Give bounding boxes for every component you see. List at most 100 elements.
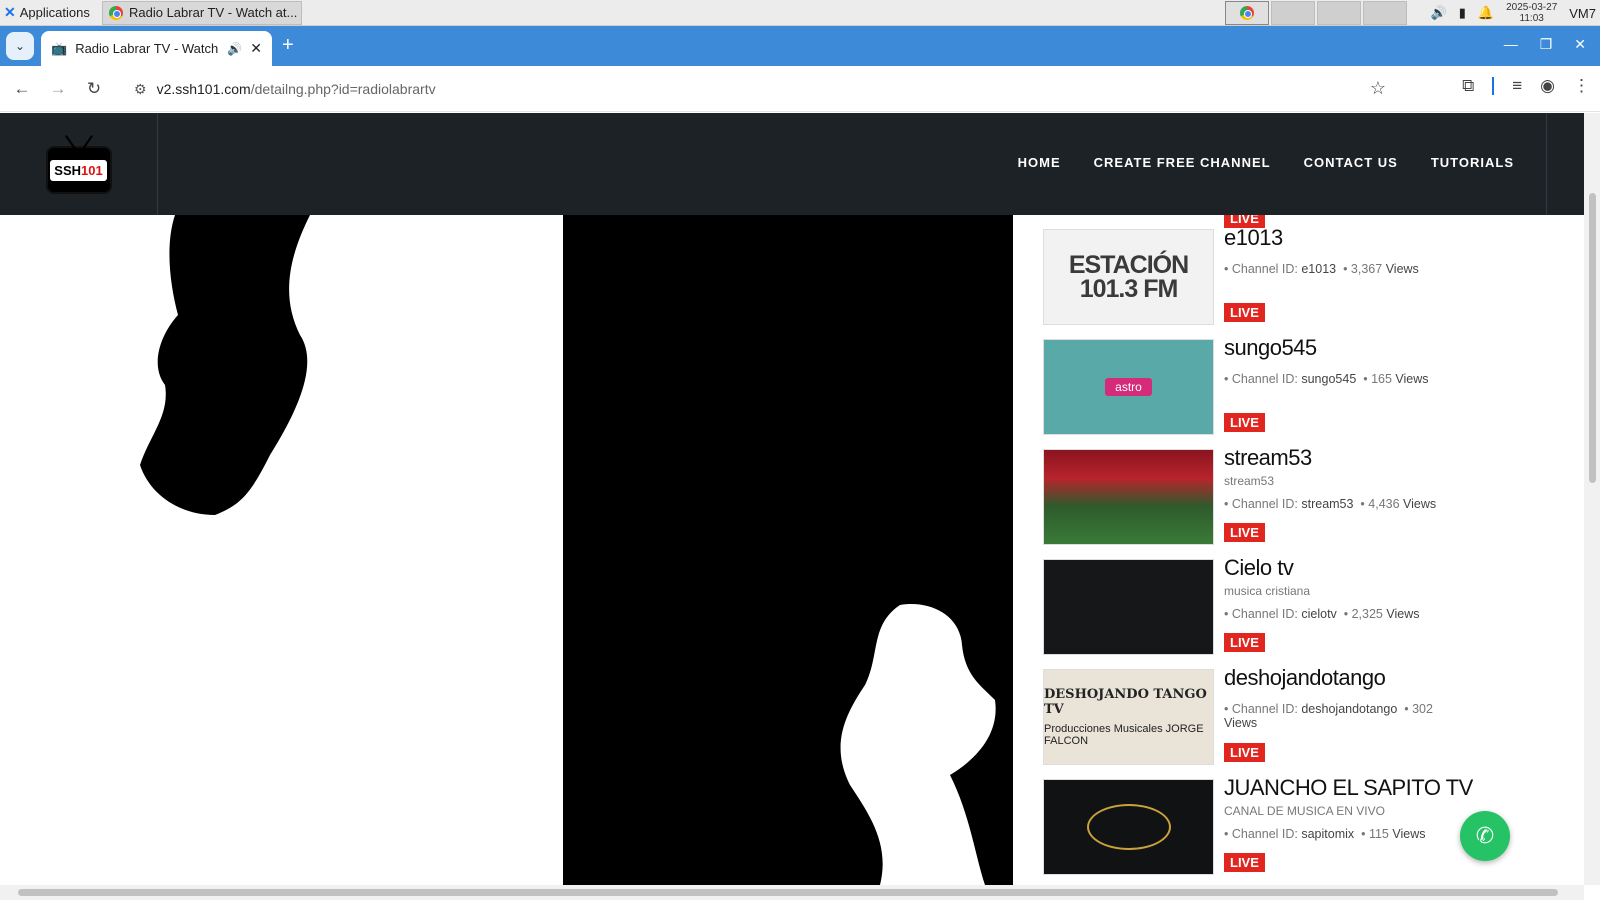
- clock[interactable]: 2025-03-27 11:03: [1506, 2, 1557, 24]
- site-favicon-icon: 📺: [51, 40, 68, 56]
- channel-id-label: Channel ID:: [1231, 497, 1298, 511]
- header-divider: [1546, 113, 1547, 215]
- tab-title: Radio Labrar TV - Watch: [75, 41, 219, 56]
- views-label: Views: [1403, 497, 1437, 511]
- system-tray: 🔊 ▮ 🔔 2025-03-27 11:03 VM7: [1431, 0, 1600, 26]
- extensions-icon[interactable]: ⧉: [1462, 76, 1474, 96]
- chrome-icon: [109, 5, 123, 20]
- forward-icon[interactable]: →: [40, 79, 76, 99]
- back-icon[interactable]: ←: [4, 79, 40, 99]
- channel-item[interactable]: LIVE: [1043, 215, 1523, 229]
- channel-id: deshojandotango: [1301, 702, 1398, 716]
- workspace-4[interactable]: [1363, 1, 1407, 25]
- bookmark-star-icon[interactable]: ☆: [1370, 78, 1386, 99]
- channel-name[interactable]: Cielo tv: [1224, 555, 1294, 581]
- site-header: SSH101 HOME CREATE FREE CHANNEL CONTACT …: [0, 113, 1584, 215]
- view-count: 302: [1412, 702, 1433, 716]
- nav-create-free-channel[interactable]: CREATE FREE CHANNEL: [1094, 155, 1271, 170]
- site-settings-icon[interactable]: ⚙: [134, 81, 147, 98]
- menu-kebab-icon[interactable]: ⋮: [1573, 76, 1590, 96]
- thumbnail-text: DESHOJANDO TANGO TV: [1044, 687, 1207, 717]
- browser-toolbar: ← → ↻ ⚙ v2.ssh101.com/detailng.php?id=ra…: [0, 66, 1600, 112]
- channel-item[interactable]: JUANCHO EL SAPITO TV CANAL DE MUSICA EN …: [1043, 775, 1523, 885]
- channel-description: stream53: [1224, 474, 1275, 488]
- url-path: /detailng.php?id=radiolabrartv: [250, 81, 436, 97]
- restore-icon[interactable]: ❐: [1540, 36, 1553, 53]
- volume-icon[interactable]: 🔊: [1431, 5, 1447, 21]
- live-badge: LIVE: [1224, 303, 1265, 322]
- channel-name[interactable]: sungo545: [1224, 335, 1317, 361]
- channel-thumbnail[interactable]: astro: [1043, 339, 1214, 435]
- channel-item[interactable]: astro sungo545 • Channel ID: sungo545 • …: [1043, 335, 1523, 449]
- view-count: 3,367: [1350, 262, 1383, 276]
- media-controls-icon[interactable]: ≡: [1512, 76, 1522, 96]
- thumbnail-subtext: Producciones Musicales JORGE FALCON: [1044, 723, 1204, 747]
- toolbar-actions: ⧉ ≡ ◉ ⋮: [1462, 76, 1590, 96]
- nav-contact-us[interactable]: CONTACT US: [1304, 155, 1398, 170]
- vertical-scroll-thumb[interactable]: [1589, 193, 1596, 483]
- live-badge: LIVE: [1224, 743, 1265, 762]
- channel-name[interactable]: deshojandotango: [1224, 665, 1386, 691]
- page-content: LIVE ESTACIÓN 101.3 FM e1013 • Channel I…: [0, 215, 1584, 885]
- notification-bell-icon[interactable]: 🔔: [1478, 5, 1494, 21]
- close-window-icon[interactable]: ✕: [1574, 36, 1586, 53]
- channel-id: stream53: [1301, 497, 1354, 511]
- video-player[interactable]: [0, 215, 1013, 885]
- channel-item[interactable]: DESHOJANDO TANGO TV Producciones Musical…: [1043, 665, 1523, 779]
- thumbnail-text: ESTACIÓN 101.3 FM: [1068, 251, 1189, 303]
- view-count: 4,436: [1368, 497, 1400, 511]
- reload-icon[interactable]: ↻: [76, 79, 112, 99]
- channel-thumbnail[interactable]: ESTACIÓN 101.3 FM: [1043, 229, 1214, 325]
- site-logo[interactable]: SSH101: [0, 113, 158, 215]
- horizontal-scrollbar[interactable]: [0, 885, 1584, 900]
- chevron-down-icon: ⌄: [14, 39, 26, 53]
- channel-thumbnail[interactable]: [1043, 449, 1214, 545]
- silhouette-left: [140, 215, 310, 515]
- workspace-3[interactable]: [1317, 1, 1361, 25]
- views-label: Views: [1224, 716, 1258, 730]
- channel-name[interactable]: e1013: [1224, 225, 1283, 251]
- workspace-2[interactable]: [1271, 1, 1315, 25]
- channel-meta: • Channel ID: e1013 • 3,367 Views: [1224, 262, 1419, 276]
- channel-meta: • Channel ID: cielotv • 2,325 Views: [1224, 607, 1420, 621]
- tab-search-button[interactable]: ⌄: [6, 32, 34, 60]
- user-label[interactable]: VM7: [1569, 6, 1596, 21]
- channel-item[interactable]: stream53 stream53 • Channel ID: stream53…: [1043, 445, 1523, 559]
- close-tab-icon[interactable]: ✕: [250, 40, 262, 57]
- audio-playing-icon[interactable]: 🔊: [227, 42, 242, 56]
- browser-tab-active[interactable]: 📺 Radio Labrar TV - Watch 🔊 ✕: [41, 31, 272, 66]
- applications-menu[interactable]: ✕ Applications: [0, 4, 102, 21]
- minimize-icon[interactable]: —: [1504, 36, 1518, 53]
- horizontal-scroll-thumb[interactable]: [18, 889, 1558, 896]
- new-tab-button[interactable]: +: [282, 34, 294, 57]
- channel-id: e1013: [1301, 262, 1337, 276]
- channel-description: CANAL DE MUSICA EN VIVO: [1224, 804, 1385, 818]
- channel-item[interactable]: Cielo tv musica cristiana • Channel ID: …: [1043, 555, 1523, 669]
- channel-id-label: Channel ID:: [1231, 702, 1298, 716]
- channel-name[interactable]: stream53: [1224, 445, 1312, 471]
- profile-icon[interactable]: ◉: [1540, 76, 1555, 96]
- live-badge: LIVE: [1224, 413, 1265, 432]
- channel-thumbnail[interactable]: [1043, 779, 1214, 875]
- battery-icon[interactable]: ▮: [1459, 5, 1466, 21]
- nav-home[interactable]: HOME: [1018, 155, 1061, 170]
- views-label: Views: [1386, 607, 1420, 621]
- live-badge: LIVE: [1224, 853, 1265, 872]
- vertical-scrollbar[interactable]: [1584, 113, 1600, 885]
- whatsapp-button[interactable]: ✆: [1460, 811, 1510, 861]
- channel-description: musica cristiana: [1224, 584, 1311, 598]
- channel-item[interactable]: ESTACIÓN 101.3 FM e1013 • Channel ID: e1…: [1043, 225, 1523, 339]
- window-controls: — ❐ ✕: [1504, 36, 1586, 53]
- channel-thumbnail[interactable]: [1043, 559, 1214, 655]
- channel-name[interactable]: JUANCHO EL SAPITO TV: [1224, 775, 1473, 801]
- channel-thumbnail[interactable]: DESHOJANDO TANGO TV Producciones Musical…: [1043, 669, 1214, 765]
- taskbar-window-button[interactable]: Radio Labrar TV - Watch at...: [102, 0, 302, 25]
- xfce-icon: ✕: [4, 4, 16, 20]
- url-host: v2.ssh101.com: [156, 81, 251, 97]
- nav-tutorials[interactable]: TUTORIALS: [1431, 155, 1514, 170]
- views-label: Views: [1395, 372, 1429, 386]
- workspace-1[interactable]: [1225, 1, 1269, 25]
- channel-id-label: Channel ID:: [1231, 262, 1298, 276]
- chrome-icon: [1240, 6, 1254, 20]
- address-bar[interactable]: ⚙ v2.ssh101.com/detailng.php?id=radiolab…: [120, 71, 1410, 107]
